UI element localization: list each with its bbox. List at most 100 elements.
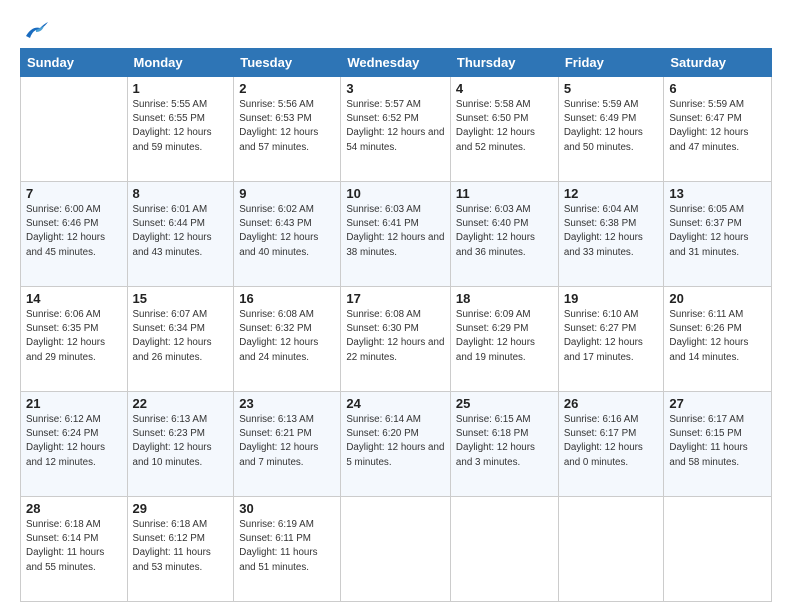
calendar-cell: 24 Sunrise: 6:14 AMSunset: 6:20 PMDayligh…: [341, 392, 451, 497]
day-number: 17: [346, 291, 445, 306]
page: SundayMondayTuesdayWednesdayThursdayFrid…: [0, 0, 792, 612]
day-info: Sunrise: 6:03 AMSunset: 6:41 PMDaylight:…: [346, 203, 445, 260]
day-info: Sunrise: 5:59 AMSunset: 6:47 PMDaylight:…: [669, 98, 766, 155]
day-number: 24: [346, 396, 445, 411]
day-info: Sunrise: 5:59 AMSunset: 6:49 PMDaylight:…: [564, 98, 659, 155]
day-number: 26: [564, 396, 659, 411]
weekday-header-monday: Monday: [127, 49, 234, 77]
calendar-body: 1Sunrise: 5:55 AMSunset: 6:55 PMDaylight…: [21, 77, 772, 602]
calendar-cell: 13 Sunrise: 6:05 AMSunset: 6:37 PMDayligh…: [664, 182, 772, 287]
calendar-cell: 14 Sunrise: 6:06 AMSunset: 6:35 PMDayligh…: [21, 287, 128, 392]
calendar-cell: 1Sunrise: 5:55 AMSunset: 6:55 PMDaylight…: [127, 77, 234, 182]
calendar-cell: 10 Sunrise: 6:03 AMSunset: 6:41 PMDayligh…: [341, 182, 451, 287]
calendar-cell: [341, 497, 451, 602]
day-info: Sunrise: 6:11 AMSunset: 6:26 PMDaylight:…: [669, 308, 766, 365]
day-info: Sunrise: 6:09 AMSunset: 6:29 PMDaylight:…: [456, 308, 553, 365]
day-number: 14: [26, 291, 122, 306]
calendar-week-row: 28 Sunrise: 6:18 AMSunset: 6:14 PMDayligh…: [21, 497, 772, 602]
calendar-cell: 15 Sunrise: 6:07 AMSunset: 6:34 PMDayligh…: [127, 287, 234, 392]
day-number: 20: [669, 291, 766, 306]
calendar-week-row: 21 Sunrise: 6:12 AMSunset: 6:24 PMDayligh…: [21, 392, 772, 497]
day-number: 18: [456, 291, 553, 306]
day-info: Sunrise: 5:57 AMSunset: 6:52 PMDaylight:…: [346, 98, 445, 155]
weekday-header-saturday: Saturday: [664, 49, 772, 77]
day-info: Sunrise: 6:08 AMSunset: 6:30 PMDaylight:…: [346, 308, 445, 365]
calendar-header-row: SundayMondayTuesdayWednesdayThursdayFrid…: [21, 49, 772, 77]
day-info: Sunrise: 6:16 AMSunset: 6:17 PMDaylight:…: [564, 413, 659, 470]
day-number: 10: [346, 186, 445, 201]
day-info: Sunrise: 6:02 AMSunset: 6:43 PMDaylight:…: [239, 203, 335, 260]
calendar-table: SundayMondayTuesdayWednesdayThursdayFrid…: [20, 48, 772, 602]
day-number: 11: [456, 186, 553, 201]
calendar-cell: 22 Sunrise: 6:13 AMSunset: 6:23 PMDayligh…: [127, 392, 234, 497]
day-info: Sunrise: 6:07 AMSunset: 6:34 PMDaylight:…: [133, 308, 229, 365]
calendar-cell: 18 Sunrise: 6:09 AMSunset: 6:29 PMDayligh…: [450, 287, 558, 392]
day-number: 15: [133, 291, 229, 306]
day-number: 21: [26, 396, 122, 411]
calendar-cell: 6 Sunrise: 5:59 AMSunset: 6:47 PMDaylight…: [664, 77, 772, 182]
calendar-cell: 29 Sunrise: 6:18 AMSunset: 6:12 PMDayligh…: [127, 497, 234, 602]
calendar-week-row: 7Sunrise: 6:00 AMSunset: 6:46 PMDaylight…: [21, 182, 772, 287]
calendar-cell: 30 Sunrise: 6:19 AMSunset: 6:11 PMDayligh…: [234, 497, 341, 602]
calendar-cell: 19 Sunrise: 6:10 AMSunset: 6:27 PMDayligh…: [558, 287, 664, 392]
calendar-week-row: 14 Sunrise: 6:06 AMSunset: 6:35 PMDayligh…: [21, 287, 772, 392]
day-number: 12: [564, 186, 659, 201]
header: [20, 18, 772, 40]
logo-bird-icon: [22, 18, 50, 40]
day-number: 3: [346, 81, 445, 96]
day-info: Sunrise: 6:03 AMSunset: 6:40 PMDaylight:…: [456, 203, 553, 260]
calendar-cell: 25Sunrise: 6:15 AMSunset: 6:18 PMDayligh…: [450, 392, 558, 497]
calendar-cell: 23 Sunrise: 6:13 AMSunset: 6:21 PMDayligh…: [234, 392, 341, 497]
day-info: Sunrise: 6:18 AMSunset: 6:12 PMDaylight:…: [133, 518, 229, 575]
weekday-header-thursday: Thursday: [450, 49, 558, 77]
calendar-cell: 3 Sunrise: 5:57 AMSunset: 6:52 PMDaylight…: [341, 77, 451, 182]
day-number: 8: [133, 186, 229, 201]
weekday-header-tuesday: Tuesday: [234, 49, 341, 77]
day-info: Sunrise: 6:10 AMSunset: 6:27 PMDaylight:…: [564, 308, 659, 365]
calendar-cell: 21 Sunrise: 6:12 AMSunset: 6:24 PMDayligh…: [21, 392, 128, 497]
day-number: 29: [133, 501, 229, 516]
calendar-cell: 9Sunrise: 6:02 AMSunset: 6:43 PMDaylight…: [234, 182, 341, 287]
day-number: 25: [456, 396, 553, 411]
day-info: Sunrise: 6:17 AMSunset: 6:15 PMDaylight:…: [669, 413, 766, 470]
day-info: Sunrise: 6:12 AMSunset: 6:24 PMDaylight:…: [26, 413, 122, 470]
logo: [20, 18, 50, 40]
calendar-week-row: 1Sunrise: 5:55 AMSunset: 6:55 PMDaylight…: [21, 77, 772, 182]
day-info: Sunrise: 5:56 AMSunset: 6:53 PMDaylight:…: [239, 98, 335, 155]
day-info: Sunrise: 6:05 AMSunset: 6:37 PMDaylight:…: [669, 203, 766, 260]
day-number: 30: [239, 501, 335, 516]
day-info: Sunrise: 6:08 AMSunset: 6:32 PMDaylight:…: [239, 308, 335, 365]
day-number: 1: [133, 81, 229, 96]
day-info: Sunrise: 6:14 AMSunset: 6:20 PMDaylight:…: [346, 413, 445, 470]
calendar-cell: 12Sunrise: 6:04 AMSunset: 6:38 PMDayligh…: [558, 182, 664, 287]
day-number: 6: [669, 81, 766, 96]
day-number: 13: [669, 186, 766, 201]
weekday-header-wednesday: Wednesday: [341, 49, 451, 77]
day-info: Sunrise: 6:13 AMSunset: 6:21 PMDaylight:…: [239, 413, 335, 470]
day-number: 7: [26, 186, 122, 201]
calendar-cell: [558, 497, 664, 602]
day-number: 23: [239, 396, 335, 411]
calendar-cell: [450, 497, 558, 602]
weekday-header-sunday: Sunday: [21, 49, 128, 77]
day-number: 28: [26, 501, 122, 516]
day-info: Sunrise: 6:01 AMSunset: 6:44 PMDaylight:…: [133, 203, 229, 260]
calendar-cell: 5 Sunrise: 5:59 AMSunset: 6:49 PMDaylight…: [558, 77, 664, 182]
day-number: 19: [564, 291, 659, 306]
day-info: Sunrise: 6:18 AMSunset: 6:14 PMDaylight:…: [26, 518, 122, 575]
day-number: 4: [456, 81, 553, 96]
calendar-cell: 11 Sunrise: 6:03 AMSunset: 6:40 PMDayligh…: [450, 182, 558, 287]
day-info: Sunrise: 6:06 AMSunset: 6:35 PMDaylight:…: [26, 308, 122, 365]
calendar-cell: 27 Sunrise: 6:17 AMSunset: 6:15 PMDayligh…: [664, 392, 772, 497]
calendar-cell: 4 Sunrise: 5:58 AMSunset: 6:50 PMDaylight…: [450, 77, 558, 182]
calendar-cell: [664, 497, 772, 602]
day-number: 27: [669, 396, 766, 411]
day-number: 22: [133, 396, 229, 411]
day-info: Sunrise: 5:58 AMSunset: 6:50 PMDaylight:…: [456, 98, 553, 155]
calendar-cell: 8 Sunrise: 6:01 AMSunset: 6:44 PMDaylight…: [127, 182, 234, 287]
day-number: 5: [564, 81, 659, 96]
calendar-cell: [21, 77, 128, 182]
day-info: Sunrise: 6:13 AMSunset: 6:23 PMDaylight:…: [133, 413, 229, 470]
day-info: Sunrise: 6:19 AMSunset: 6:11 PMDaylight:…: [239, 518, 335, 575]
day-number: 2: [239, 81, 335, 96]
